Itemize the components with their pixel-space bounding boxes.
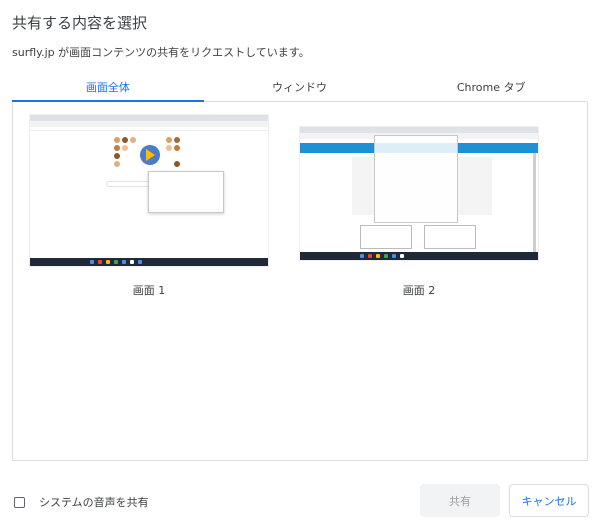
tab-chrome-tab[interactable]: Chrome タブ: [395, 72, 587, 101]
screen-option-2[interactable]: 画面 2: [297, 114, 541, 304]
search-box: [106, 181, 150, 187]
overlay-window: [374, 135, 458, 223]
cancel-button[interactable]: キャンセル: [509, 484, 589, 517]
screen-2-thumbnail: [299, 126, 539, 261]
screen-1-label: 画面 1: [132, 284, 166, 297]
taskbar: [30, 258, 268, 266]
source-tabs: 画面全体 ウィンドウ Chrome タブ: [12, 72, 587, 102]
taskbar: [300, 252, 538, 260]
site-card: [360, 225, 412, 249]
tab-window[interactable]: ウィンドウ: [204, 72, 396, 101]
overlay-window: [148, 171, 224, 213]
system-audio-label: システムの音声を共有: [39, 496, 149, 509]
screen-list-panel: 画面 1 画面 2: [12, 102, 588, 461]
share-button[interactable]: 共有: [420, 484, 500, 517]
dialog-title: 共有する内容を選択: [12, 14, 148, 32]
scrollbar: [533, 153, 536, 253]
screen-1-thumbnail: [29, 114, 269, 267]
system-audio-toggle[interactable]: システムの音声を共有: [14, 494, 149, 510]
browser-bookmarks: [30, 127, 268, 131]
tab-entire-screen[interactable]: 画面全体: [12, 72, 204, 102]
globe-icon: [140, 145, 160, 165]
site-card: [424, 225, 476, 249]
dialog-subtitle: surfly.jp が画面コンテンツの共有をリクエストしています。: [12, 46, 310, 59]
screen-2-label: 画面 2: [402, 284, 436, 297]
screen-option-1[interactable]: 画面 1: [29, 114, 269, 304]
system-audio-checkbox[interactable]: [14, 496, 25, 508]
